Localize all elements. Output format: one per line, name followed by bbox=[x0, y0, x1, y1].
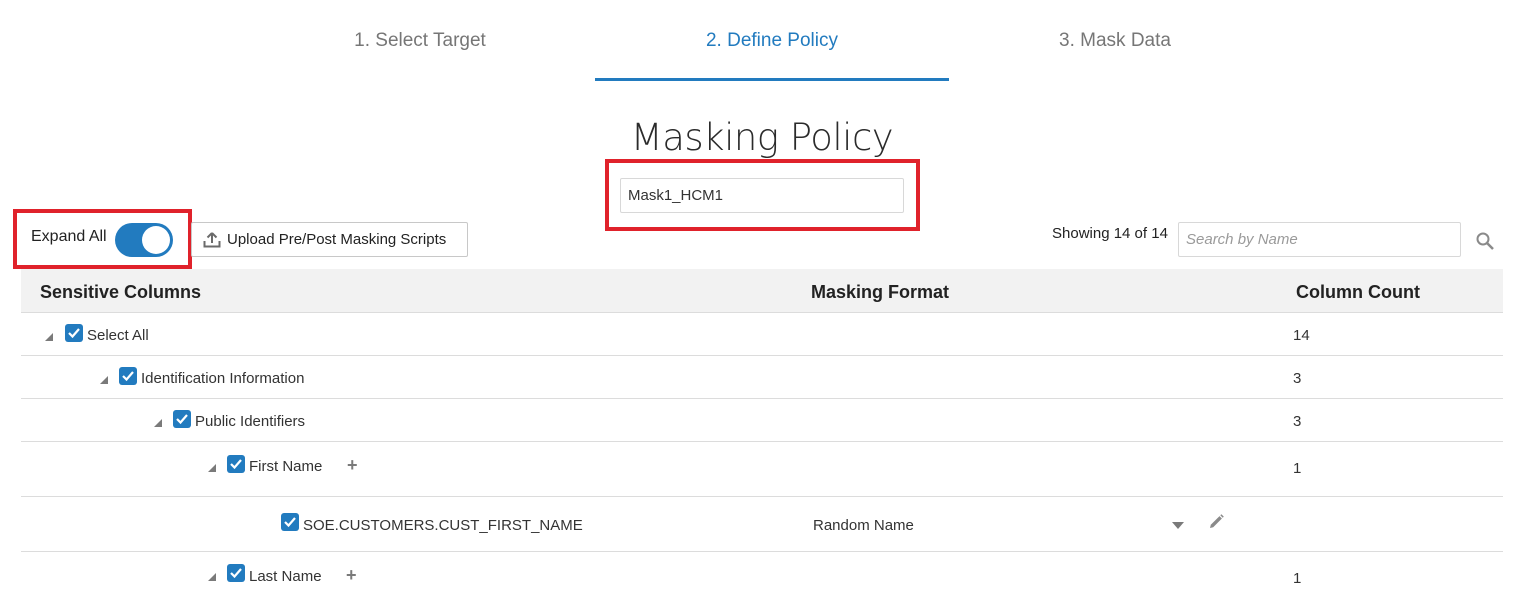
table-row: Identification Information 3 bbox=[21, 356, 1503, 399]
row-checkbox[interactable] bbox=[227, 564, 245, 582]
collapse-triangle-icon[interactable] bbox=[100, 376, 108, 384]
add-icon[interactable]: + bbox=[346, 565, 357, 586]
row-count: 14 bbox=[1293, 327, 1310, 344]
edit-pencil-icon[interactable] bbox=[1207, 513, 1225, 531]
table-row: First Name + 1 bbox=[21, 442, 1503, 497]
row-count: 1 bbox=[1293, 460, 1302, 477]
table-header: Sensitive Columns Masking Format Column … bbox=[21, 269, 1503, 313]
row-label: SOE.CUSTOMERS.CUST_FIRST_NAME bbox=[303, 517, 583, 534]
row-count: 1 bbox=[1293, 570, 1302, 587]
collapse-triangle-icon[interactable] bbox=[208, 573, 216, 581]
upload-scripts-button[interactable]: Upload Pre/Post Masking Scripts bbox=[191, 222, 468, 257]
search-input[interactable] bbox=[1178, 222, 1461, 257]
chevron-down-icon[interactable] bbox=[1172, 522, 1184, 529]
wizard-train: 1. Select Target 2. Define Policy 3. Mas… bbox=[0, 0, 1513, 82]
result-count: Showing 14 of 14 bbox=[1052, 225, 1168, 242]
table-row: Public Identifiers 3 bbox=[21, 399, 1503, 442]
check-icon bbox=[230, 568, 242, 579]
row-label: Public Identifiers bbox=[195, 413, 306, 430]
row-checkbox[interactable] bbox=[119, 367, 137, 385]
expand-all-label: Expand All bbox=[31, 228, 107, 245]
upload-icon bbox=[203, 231, 221, 247]
check-icon bbox=[68, 328, 80, 339]
check-icon bbox=[176, 414, 188, 425]
sensitive-columns-table: Sensitive Columns Masking Format Column … bbox=[21, 269, 1503, 596]
row-label: Identification Information bbox=[141, 370, 305, 387]
row-label: Last Name bbox=[249, 568, 322, 585]
header-column-count[interactable]: Column Count bbox=[1296, 282, 1420, 303]
upload-scripts-label: Upload Pre/Post Masking Scripts bbox=[227, 231, 447, 248]
search-icon[interactable] bbox=[1475, 231, 1495, 251]
row-count: 3 bbox=[1293, 370, 1302, 387]
page-title: Masking Policy bbox=[630, 116, 894, 159]
check-icon bbox=[122, 371, 134, 382]
collapse-triangle-icon[interactable] bbox=[45, 333, 53, 341]
table-row: SOE.CUSTOMERS.CUST_FIRST_NAME Random Nam… bbox=[21, 497, 1503, 552]
toggle-knob bbox=[142, 226, 170, 254]
row-checkbox[interactable] bbox=[173, 410, 191, 428]
collapse-triangle-icon[interactable] bbox=[154, 419, 162, 427]
row-checkbox[interactable] bbox=[65, 324, 83, 342]
check-icon bbox=[230, 459, 242, 470]
header-sensitive-columns[interactable]: Sensitive Columns bbox=[40, 282, 201, 303]
step-select-target[interactable]: 1. Select Target bbox=[243, 30, 597, 52]
add-icon[interactable]: + bbox=[347, 455, 358, 476]
masking-format-select[interactable]: Random Name bbox=[813, 517, 914, 534]
table-row: Last Name + 1 bbox=[21, 552, 1503, 596]
header-masking-format[interactable]: Masking Format bbox=[811, 282, 949, 303]
row-checkbox[interactable] bbox=[227, 455, 245, 473]
step-mask-data[interactable]: 3. Mask Data bbox=[938, 30, 1292, 52]
table-row: Select All 14 bbox=[21, 313, 1503, 356]
active-step-underline bbox=[595, 78, 949, 81]
row-checkbox[interactable] bbox=[281, 513, 299, 531]
policy-name-input[interactable] bbox=[620, 178, 904, 213]
row-count: 3 bbox=[1293, 413, 1302, 430]
check-icon bbox=[284, 517, 296, 528]
collapse-triangle-icon[interactable] bbox=[208, 464, 216, 472]
step-define-policy[interactable]: 2. Define Policy bbox=[595, 30, 949, 52]
row-label: First Name bbox=[249, 458, 323, 475]
expand-all-toggle[interactable] bbox=[115, 223, 173, 257]
row-label: Select All bbox=[87, 327, 149, 344]
